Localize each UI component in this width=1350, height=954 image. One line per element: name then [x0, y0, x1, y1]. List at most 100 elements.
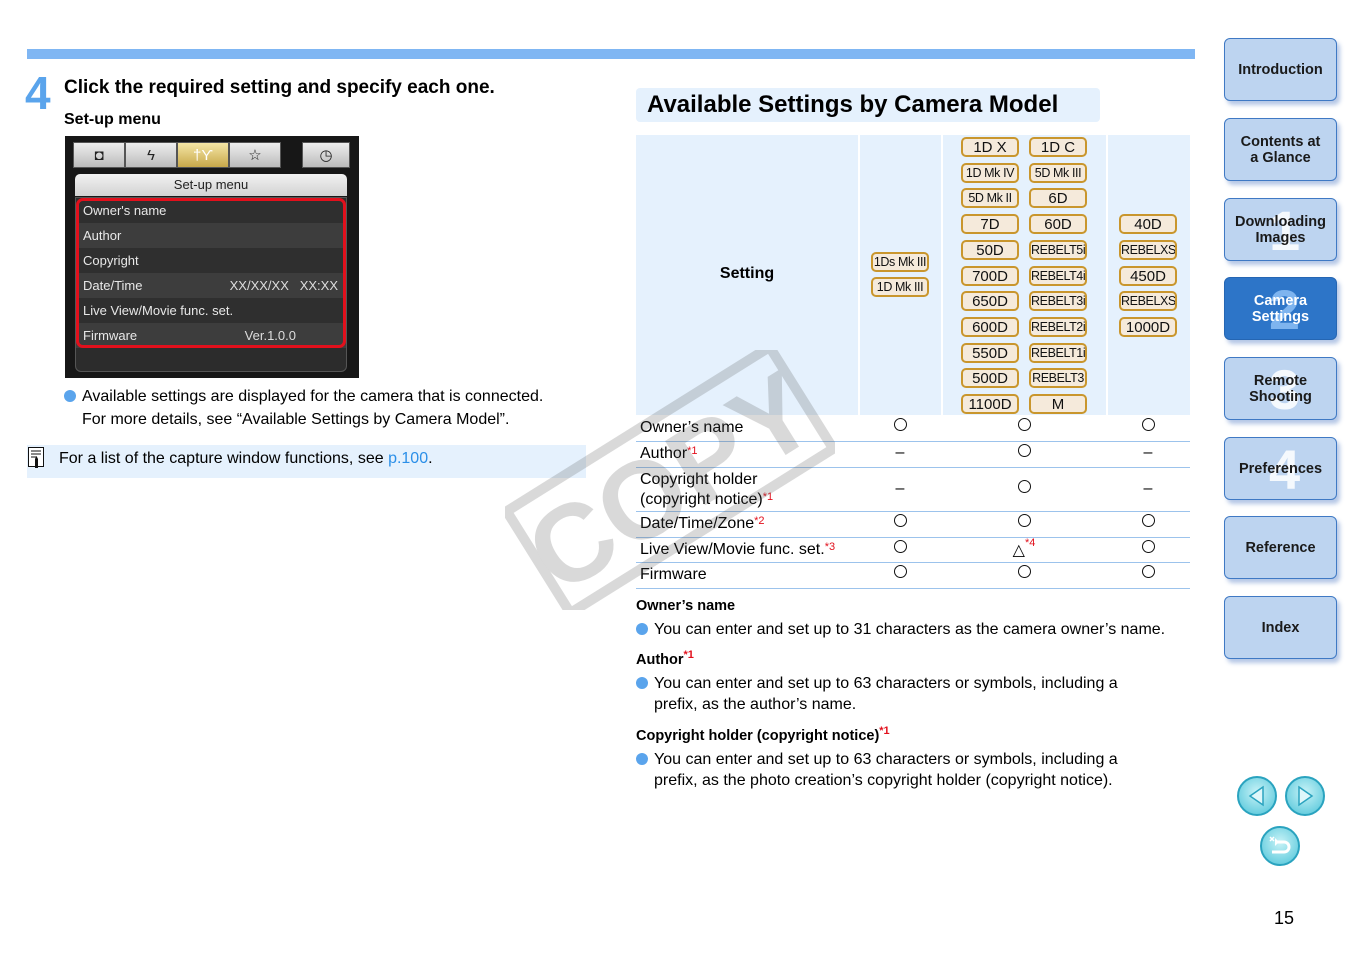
setting-header-label: Setting — [719, 265, 775, 282]
footnote-marker: *1 — [683, 649, 694, 661]
previous-page-button[interactable] — [1237, 776, 1277, 816]
flash-icon: ϟ — [125, 142, 177, 168]
nav-remote-shooting[interactable]: 3 Remote Shooting — [1224, 357, 1337, 420]
camera-model-badge: 50D — [961, 239, 1019, 260]
next-page-icon — [1298, 785, 1314, 807]
setting-name: Date/Time/Zone — [640, 515, 755, 532]
nav-label: Downloading Images — [1234, 213, 1326, 246]
camera-model-badge: 500D — [961, 368, 1019, 389]
bullet-icon — [636, 753, 648, 765]
section-title: Available Settings by Camera Model — [636, 88, 1100, 122]
available-mark — [1009, 565, 1039, 583]
camera-model-badge: 550D — [961, 342, 1019, 363]
camera-model-badge: REBELT5i — [1029, 239, 1087, 260]
camera-model-badge: REBELXS — [1119, 291, 1177, 312]
setting-name: Author — [640, 445, 688, 462]
nav-preferences[interactable]: 4 Preferences — [1224, 437, 1337, 500]
available-mark — [1133, 418, 1163, 436]
available-mark — [1009, 514, 1039, 532]
setup-menu-subtitle: Set-up menu — [64, 111, 161, 128]
available-mark — [885, 565, 915, 583]
table-row: Date/Time/Zone*2 — [636, 512, 1190, 538]
nav-index[interactable]: Index — [1224, 596, 1337, 659]
description-text: You can enter and set up to 31 character… — [636, 619, 1196, 640]
available-mark — [885, 540, 915, 558]
camera-model-badge: 1D Mk III — [871, 277, 929, 297]
camera-model-badge: M — [1029, 394, 1087, 414]
note-box: For a list of the capture window functio… — [27, 445, 586, 478]
bullet-icon — [636, 677, 648, 689]
footnote-marker: *1 — [879, 725, 890, 737]
camera-model-badge: REBELXSi — [1119, 239, 1177, 260]
available-mark — [885, 418, 915, 436]
camera-model-badge: REBELT3i — [1029, 291, 1087, 312]
nav-label: Remote Shooting — [1249, 372, 1312, 405]
bullet-text-line: For more details, see “Available Setting… — [82, 411, 510, 428]
camera-icon: ◘ — [73, 142, 125, 168]
nav-camera-settings[interactable]: 2 Camera Settings — [1224, 277, 1337, 340]
available-mark — [885, 514, 915, 532]
camera-model-badge: 40D — [1119, 214, 1177, 235]
camera-model-badge: 1D X — [961, 137, 1019, 157]
camera-model-badge: 5D Mk III — [1029, 162, 1087, 183]
unavailable-mark: – — [895, 444, 905, 461]
unavailable-mark: – — [895, 480, 905, 497]
page-link[interactable]: p.100 — [388, 450, 428, 467]
camera-model-badge: 650D — [961, 291, 1019, 312]
footnote-marker: *2 — [754, 515, 765, 527]
description-heading: Copyright holder (copyright notice)*1 — [636, 725, 890, 744]
previous-page-icon — [1248, 785, 1264, 807]
camera-model-badge: 60D — [1029, 214, 1087, 235]
footnote-marker: *1 — [762, 491, 774, 503]
description-text: You can enter and set up to 63 character… — [636, 749, 1196, 791]
camera-model-badge: REBELT2i — [1029, 316, 1087, 337]
nav-contents-at-a-glance[interactable]: Contents at a Glance — [1224, 118, 1337, 181]
next-page-button[interactable] — [1285, 776, 1325, 816]
left-bullet: Available settings are displayed for the… — [64, 385, 543, 431]
setting-name: Owner’s name — [640, 419, 744, 436]
unavailable-mark: – — [1143, 444, 1153, 461]
camera-model-badge: 700D — [961, 265, 1019, 286]
camera-model-badge: REBELT1i — [1029, 342, 1087, 363]
setting-name: Firmware — [640, 566, 707, 583]
setting-name: Live View/Movie func. set. — [640, 541, 825, 558]
bullet-text-line: Available settings are displayed for the… — [82, 388, 544, 405]
description-text: You can enter and set up to 63 character… — [636, 673, 1196, 715]
nav-label: Camera Settings — [1251, 292, 1310, 325]
bullet-icon — [636, 623, 648, 635]
nav-label: Preferences — [1238, 460, 1323, 477]
return-button[interactable] — [1260, 826, 1300, 866]
footnote-marker: *3 — [824, 541, 836, 553]
table-row: Copyright holder (copyright notice)*1 – – — [636, 468, 1190, 512]
note-text-body: For a list of the capture window functio… — [59, 450, 389, 467]
memo-pencil-icon — [28, 447, 44, 468]
camera-model-badge: 600D — [961, 316, 1019, 337]
nav-label: Contents at a Glance — [1240, 133, 1321, 166]
available-mark — [1009, 480, 1039, 498]
footnote-marker: *1 — [687, 445, 698, 457]
nav-reference[interactable]: Reference — [1224, 516, 1337, 579]
table-row: Firmware — [636, 563, 1190, 589]
table-header-setting: Setting — [636, 135, 858, 415]
setting-name: Copyright holder — [640, 471, 758, 488]
step-number: 4 — [25, 67, 51, 119]
camera-model-badge: REBELT4i — [1029, 265, 1087, 286]
page-number: 15 — [1274, 908, 1295, 928]
partial-mark: △*4 — [1012, 537, 1036, 559]
camera-model-badge: 1100D — [961, 394, 1019, 414]
camera-model-badge: 7D — [961, 214, 1019, 235]
unavailable-mark: – — [1143, 480, 1153, 497]
available-mark — [1009, 418, 1039, 436]
available-mark — [1133, 565, 1163, 583]
available-mark — [1009, 444, 1039, 462]
setting-name-line2: (copyright notice) — [640, 491, 763, 508]
footnote-marker: *4 — [1024, 537, 1036, 549]
nav-downloading-images[interactable]: 1 Downloading Images — [1224, 198, 1337, 261]
nav-label: Introduction — [1238, 61, 1323, 78]
camera-model-badge: 6D — [1029, 188, 1087, 209]
nav-introduction[interactable]: Introduction — [1224, 38, 1337, 101]
highlight-box — [76, 198, 346, 348]
table-header-model-group-1 — [860, 135, 941, 415]
camera-menu-tabs: ◘ ϟ †ϒ ☆ ◷ — [73, 142, 350, 168]
table-row: Author*1 – – — [636, 442, 1190, 468]
